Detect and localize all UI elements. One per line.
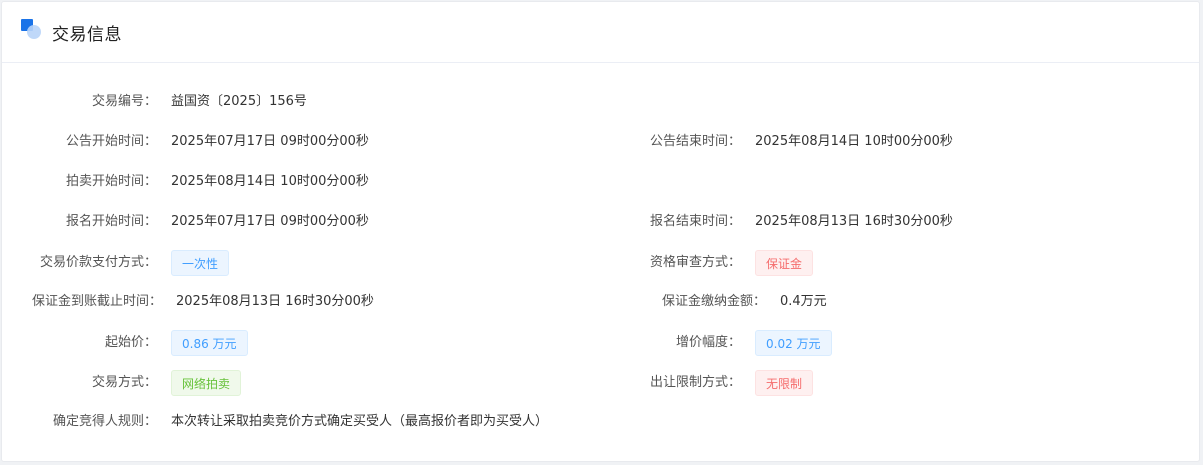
payment-method-label: 交易价款支付方式：: [39, 255, 157, 270]
trade-info-card: 交易信息 交易编号： 益国资〔2025〕156号 公告开始时间： 2025年07…: [1, 1, 1200, 462]
deposit-amount-value: 0.4万元: [780, 294, 827, 309]
notice-start-value: 2025年07月17日 09时00分00秒: [171, 134, 369, 149]
notice-start-label: 公告开始时间：: [65, 134, 157, 149]
signup-start-label: 报名开始时间：: [65, 214, 157, 229]
start-price-label: 起始价：: [104, 335, 157, 350]
deposit-amount-label: 保证金缴纳金额：: [661, 294, 766, 309]
winner-rule-value: 本次转让采取拍卖竞价方式确定买受人（最高报价者即为买受人）: [171, 414, 549, 429]
price-increment-label: 增价幅度：: [675, 335, 741, 350]
row-payment-qualification: 交易价款支付方式： 一次性 资格审查方式： 保证金: [2, 249, 1201, 277]
signup-end-value: 2025年08月13日 16时30分00秒: [755, 214, 953, 229]
auction-start-value: 2025年08月14日 10时00分00秒: [171, 174, 369, 189]
price-increment-tag: 0.02 万元: [755, 330, 832, 356]
row-signup-times: 报名开始时间： 2025年07月17日 09时00分00秒 报名结束时间： 20…: [2, 208, 1201, 236]
transfer-restriction-tag: 无限制: [755, 370, 814, 396]
row-auction-start: 拍卖开始时间： 2025年08月14日 10时00分00秒: [2, 168, 1201, 196]
card-title: 交易信息: [52, 25, 122, 45]
row-notice-times: 公告开始时间： 2025年07月17日 09时00分00秒 公告结束时间： 20…: [2, 128, 1201, 156]
row-deposit: 保证金到账截止时间： 2025年08月13日 16时30分00秒 保证金缴纳金额…: [2, 288, 1201, 316]
row-prices: 起始价： 0.86 万元 增价幅度： 0.02 万元: [2, 329, 1201, 357]
row-trade-no: 交易编号： 益国资〔2025〕156号: [2, 88, 1201, 116]
card-header: 交易信息: [2, 2, 1199, 63]
info-section-icon: [21, 19, 43, 41]
trade-no-label: 交易编号：: [91, 94, 157, 109]
trade-no-value: 益国资〔2025〕156号: [171, 94, 307, 109]
signup-start-value: 2025年07月17日 09时00分00秒: [171, 214, 369, 229]
trade-method-tag: 网络拍卖: [171, 370, 242, 396]
deposit-deadline-value: 2025年08月13日 16时30分00秒: [176, 294, 374, 309]
notice-end-label: 公告结束时间：: [649, 134, 741, 149]
auction-start-label: 拍卖开始时间：: [65, 174, 157, 189]
payment-method-tag: 一次性: [171, 250, 230, 276]
transfer-restriction-label: 出让限制方式：: [649, 375, 741, 390]
deposit-deadline-label: 保证金到账截止时间：: [31, 294, 162, 309]
qualification-method-label: 资格审查方式：: [649, 255, 741, 270]
row-trade-method: 交易方式： 网络拍卖 出让限制方式： 无限制: [2, 369, 1201, 397]
winner-rule-label: 确定竞得人规则：: [52, 414, 157, 429]
start-price-tag: 0.86 万元: [171, 330, 248, 356]
notice-end-value: 2025年08月14日 10时00分00秒: [755, 134, 953, 149]
trade-method-label: 交易方式：: [91, 375, 157, 390]
signup-end-label: 报名结束时间：: [649, 214, 741, 229]
qualification-method-tag: 保证金: [755, 250, 814, 276]
row-winner-rule: 确定竞得人规则： 本次转让采取拍卖竞价方式确定买受人（最高报价者即为买受人）: [2, 408, 1201, 436]
